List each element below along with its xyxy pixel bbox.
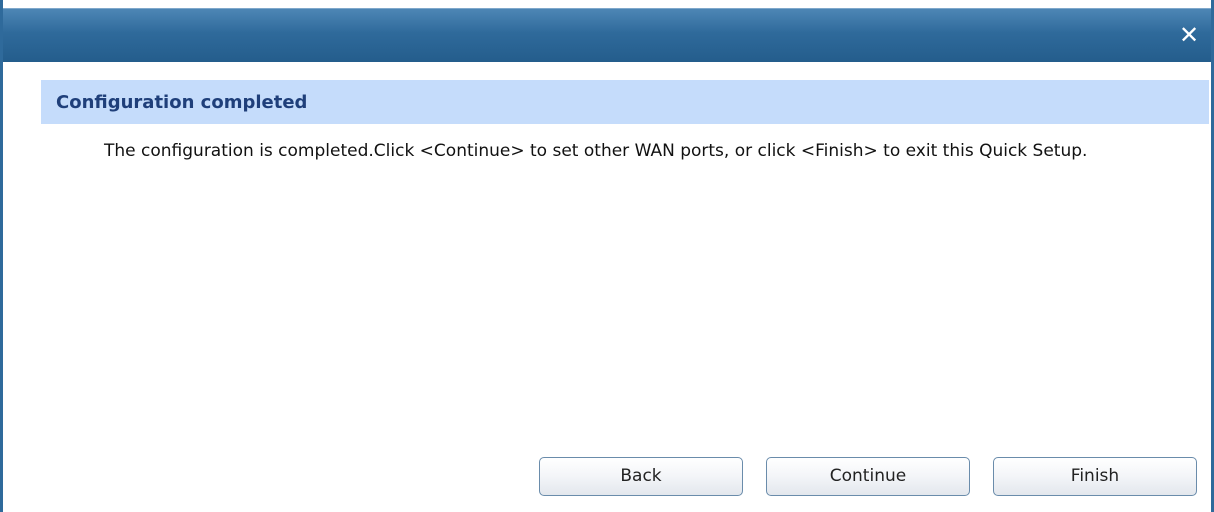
section-header: Configuration completed	[41, 80, 1209, 124]
continue-button[interactable]: Continue	[766, 457, 970, 496]
close-icon[interactable]: ✕	[1177, 23, 1201, 47]
quick-setup-dialog: ✕ Configuration completed The configurat…	[0, 0, 1214, 512]
back-button[interactable]: Back	[539, 457, 743, 496]
completion-message: The configuration is completed.Click <Co…	[104, 141, 1088, 161]
dialog-titlebar: ✕	[3, 8, 1211, 62]
section-title: Configuration completed	[56, 92, 308, 113]
finish-button[interactable]: Finish	[993, 457, 1197, 496]
